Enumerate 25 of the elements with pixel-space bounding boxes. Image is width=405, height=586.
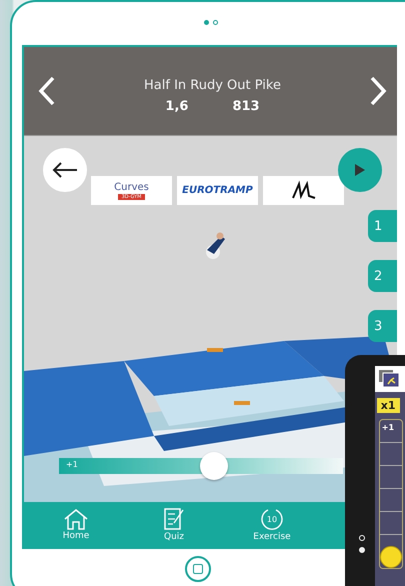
skill-title: Half In Rudy Out Pike (144, 78, 281, 93)
side-tab[interactable]: 1 (368, 210, 397, 242)
arrow-left-icon (52, 162, 78, 178)
slider-thumb[interactable] (380, 546, 402, 568)
slider-label: +1 (66, 460, 78, 469)
difficulty-value: 1,6 (165, 99, 188, 114)
icon-tile[interactable] (374, 366, 405, 392)
sponsor-logo: EUROTRAMP (177, 176, 258, 205)
play-icon (354, 163, 366, 177)
nav-button[interactable]: Home (50, 508, 102, 541)
slider-track[interactable]: +1 (59, 452, 343, 480)
checklist-icon (163, 507, 185, 531)
nav-button[interactable]: 10 Exercise (246, 507, 298, 542)
home-key[interactable] (185, 556, 211, 582)
vertical-slider-track[interactable]: +1 (378, 419, 403, 569)
slider-thumb[interactable] (200, 452, 228, 480)
side-tab[interactable]: 2 (368, 260, 397, 292)
home-icon (63, 508, 89, 530)
side-tab[interactable]: 3 (368, 310, 397, 342)
nav-button[interactable]: Quiz (148, 507, 200, 542)
scale-label: +1 (382, 423, 394, 432)
zoom-badge[interactable]: x1 (376, 398, 400, 413)
chevron-left-icon[interactable] (38, 76, 56, 106)
skill-code: 813 (232, 99, 260, 114)
chevron-right-icon[interactable] (369, 76, 387, 106)
